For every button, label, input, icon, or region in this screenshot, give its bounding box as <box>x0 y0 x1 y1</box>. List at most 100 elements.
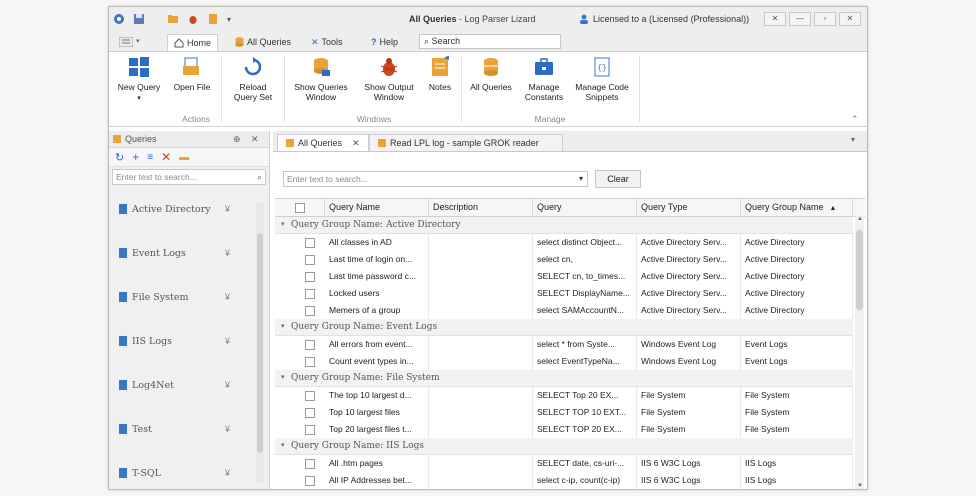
group-collapse-icon[interactable]: ▾ <box>281 319 285 335</box>
maximize-button[interactable]: ▫ <box>814 12 836 26</box>
panel-close-icon[interactable]: ✕ <box>251 131 259 147</box>
folder-icon[interactable] <box>167 13 179 25</box>
clear-button[interactable]: Clear <box>595 170 641 188</box>
query-group-file-system[interactable]: File System ¥ <box>119 290 230 304</box>
open-file-icon <box>183 57 199 75</box>
table-row[interactable]: The top 10 largest d... SELECT Top 20 EX.… <box>275 387 853 404</box>
group-collapse-icon[interactable]: ▾ <box>281 370 285 386</box>
queries-search-input[interactable]: Enter text to search... ⌕ <box>112 169 266 185</box>
show-output-window-button[interactable]: Show Output Window <box>357 56 421 102</box>
query-group-active-directory[interactable]: Active Directory ¥ <box>119 202 230 216</box>
row-checkbox[interactable] <box>305 306 315 316</box>
row-checkbox[interactable] <box>305 255 315 265</box>
table-row[interactable]: Top 20 largest files t... SELECT TOP 20 E… <box>275 421 853 438</box>
refresh-icon[interactable]: ↻ <box>115 151 124 164</box>
table-row[interactable]: Count event types in... select EventTypeN… <box>275 353 853 370</box>
add-icon[interactable]: + <box>132 150 139 164</box>
query-group-event-logs[interactable]: Event Logs ¥ <box>119 246 230 260</box>
row-checkbox[interactable] <box>305 425 315 435</box>
table-row[interactable]: Memers of a group select SAMAccountN... Ac… <box>275 302 853 319</box>
column-header-query-type[interactable]: Query Type <box>637 199 741 216</box>
folder-icon[interactable]: ▬ <box>179 152 189 163</box>
column-header-query[interactable]: Query <box>533 199 637 216</box>
table-row[interactable]: Locked users SELECT DisplayName... Active … <box>275 285 853 302</box>
column-header-query-group-name[interactable]: Query Group Name ▲ <box>741 199 853 216</box>
expand-icon: ¥ <box>225 424 231 434</box>
row-checkbox[interactable] <box>305 357 315 367</box>
group-row[interactable]: ▾ Query Group Name: Active Directory <box>275 217 853 234</box>
table-row[interactable]: Last time of login on... select cn, Active… <box>275 251 853 268</box>
reload-query-set-button[interactable]: Reload Query Set <box>227 56 279 102</box>
row-checkbox[interactable] <box>305 391 315 401</box>
pin-icon[interactable]: ⊕ <box>233 131 241 147</box>
collapse-ribbon-icon[interactable]: ⌃ <box>851 114 859 125</box>
column-header-description[interactable]: Description <box>429 199 533 216</box>
group-row[interactable]: ▾ Query Group Name: IIS Logs <box>275 438 853 455</box>
group-collapse-icon[interactable]: ▾ <box>281 217 285 233</box>
options-button[interactable]: ✕ <box>764 12 786 26</box>
note-icon[interactable] <box>207 13 219 25</box>
delete-icon[interactable]: ✕ <box>161 150 171 164</box>
select-all-header[interactable] <box>275 199 325 216</box>
tab-help[interactable]: ? Help <box>365 34 404 50</box>
table-row[interactable]: All IP Addresses bet... select c-ip, coun… <box>275 472 853 489</box>
close-button[interactable]: ✕ <box>839 12 861 26</box>
briefcase-icon <box>535 58 553 75</box>
bug-icon[interactable] <box>187 13 199 25</box>
customize-dropdown-icon[interactable]: ▾ <box>227 15 231 24</box>
manage-code-snippets-button[interactable]: {} Manage Code Snippets <box>571 56 633 102</box>
select-all-checkbox[interactable] <box>295 203 305 213</box>
scroll-thumb[interactable] <box>257 233 263 453</box>
grid-scrollbar[interactable]: ▲ ▼ <box>855 216 864 489</box>
query-group-log4net[interactable]: Log4Net ¥ <box>119 378 230 392</box>
tab-home[interactable]: Home <box>167 34 219 51</box>
show-queries-window-button[interactable]: Show Queries Window <box>289 56 353 102</box>
new-query-button[interactable]: New Query ▾ <box>113 56 165 104</box>
cell-query-name: All .htm pages <box>325 455 429 472</box>
scroll-up-icon[interactable]: ▲ <box>857 216 863 222</box>
table-row[interactable]: Last time password c... SELECT cn, to_tim… <box>275 268 853 285</box>
separator <box>461 56 462 122</box>
doc-tab-all-queries[interactable]: All Queries ✕ <box>277 134 369 151</box>
save-icon[interactable] <box>133 13 145 25</box>
manage-constants-button[interactable]: Manage Constants <box>519 56 569 102</box>
app-menu-button[interactable]: ▾ <box>113 34 146 50</box>
row-checkbox[interactable] <box>305 340 315 350</box>
minimize-button[interactable]: — <box>789 12 811 26</box>
table-row[interactable]: Top 10 largest files SELECT TOP 10 EXT...… <box>275 404 853 421</box>
table-row[interactable]: All errors from event... select * from Sy… <box>275 336 853 353</box>
queries-scrollbar[interactable] <box>256 203 264 483</box>
query-group-t-sql[interactable]: T-SQL ¥ <box>119 466 230 480</box>
tab-all-queries[interactable]: All Queries <box>229 34 297 50</box>
cell-query: SELECT DisplayName... <box>533 285 637 302</box>
scroll-thumb[interactable] <box>856 230 863 310</box>
tab-tools[interactable]: ✕ Tools <box>305 34 349 50</box>
add-multiple-icon[interactable]: ≡ <box>147 152 153 163</box>
grid-search-input[interactable]: Enter text to search... ▾ <box>283 171 588 187</box>
open-file-button[interactable]: Open File <box>169 56 215 92</box>
tabs-dropdown-icon[interactable]: ▾ <box>851 135 855 144</box>
scroll-down-icon[interactable]: ▼ <box>857 483 863 489</box>
row-checkbox[interactable] <box>305 289 315 299</box>
query-group-test[interactable]: Test ¥ <box>119 422 230 436</box>
row-checkbox[interactable] <box>305 459 315 469</box>
group-row[interactable]: ▾ Query Group Name: File System <box>275 370 853 387</box>
doc-tab-read-lpl-log[interactable]: Read LPL log - sample GROK reader <box>369 134 563 151</box>
row-checkbox[interactable] <box>305 238 315 248</box>
row-checkbox[interactable] <box>305 272 315 282</box>
table-row[interactable]: All classes in AD select distinct Object.… <box>275 234 853 251</box>
column-header-query-name[interactable]: Query Name <box>325 199 429 216</box>
tab-close-icon[interactable]: ✕ <box>352 135 360 151</box>
all-queries-button[interactable]: All Queries <box>465 56 517 92</box>
group-row[interactable]: ▾ Query Group Name: Event Logs <box>275 319 853 336</box>
dropdown-icon[interactable]: ▾ <box>579 172 583 186</box>
ribbon-search-input[interactable]: ⌕ Search <box>419 34 561 49</box>
query-group-iis-logs[interactable]: IIS Logs ¥ <box>119 334 230 348</box>
cell-query-group-name: File System <box>741 421 853 438</box>
table-row[interactable]: All .htm pages SELECT date, cs-uri-... IIS… <box>275 455 853 472</box>
row-checkbox[interactable] <box>305 408 315 418</box>
cell-query-name: The top 10 largest d... <box>325 387 429 404</box>
row-checkbox[interactable] <box>305 476 315 486</box>
group-collapse-icon[interactable]: ▾ <box>281 438 285 454</box>
notes-button[interactable]: Notes <box>423 56 457 92</box>
